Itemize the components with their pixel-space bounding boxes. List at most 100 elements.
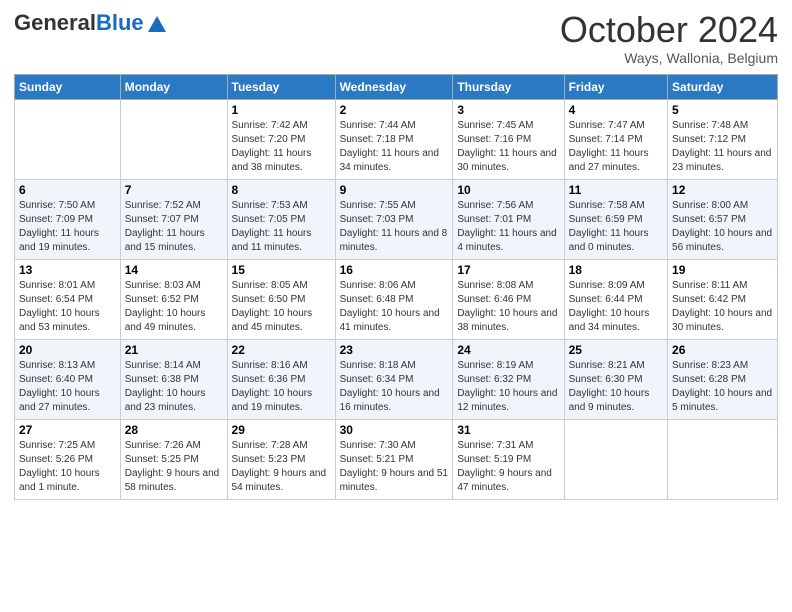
col-friday: Friday xyxy=(564,74,667,99)
table-row: 20 Sunrise: 8:13 AMSunset: 6:40 PMDayligh… xyxy=(15,339,121,419)
day-info: Sunrise: 7:48 AMSunset: 7:12 PMDaylight:… xyxy=(672,119,773,175)
day-number: 1 xyxy=(232,103,331,117)
col-saturday: Saturday xyxy=(668,74,778,99)
page-header: GeneralBlue October 2024 Ways, Wallonia,… xyxy=(14,10,778,66)
table-row: 6 Sunrise: 7:50 AMSunset: 7:09 PMDaylight… xyxy=(15,179,121,259)
table-row: 22 Sunrise: 8:16 AMSunset: 6:36 PMDayligh… xyxy=(227,339,335,419)
calendar-week-row: 20 Sunrise: 8:13 AMSunset: 6:40 PMDayligh… xyxy=(15,339,778,419)
col-sunday: Sunday xyxy=(15,74,121,99)
table-row: 1 Sunrise: 7:42 AMSunset: 7:20 PMDaylight… xyxy=(227,99,335,179)
day-info: Sunrise: 8:08 AMSunset: 6:46 PMDaylight:… xyxy=(457,279,559,335)
day-number: 31 xyxy=(457,423,559,437)
logo-general: General xyxy=(14,10,96,35)
table-row xyxy=(120,99,227,179)
table-row: 30Sunrise: 7:30 AMSunset: 5:21 PMDayligh… xyxy=(335,419,453,499)
day-number: 27 xyxy=(19,423,116,437)
day-info: Sunrise: 8:18 AMSunset: 6:34 PMDaylight:… xyxy=(340,359,449,415)
day-info: Sunrise: 7:26 AMSunset: 5:25 PMDaylight:… xyxy=(125,439,223,495)
day-number: 7 xyxy=(125,183,223,197)
day-number: 16 xyxy=(340,263,449,277)
table-row xyxy=(564,419,667,499)
day-info: Sunrise: 7:55 AMSunset: 7:03 PMDaylight:… xyxy=(340,199,449,255)
table-row: 29Sunrise: 7:28 AMSunset: 5:23 PMDayligh… xyxy=(227,419,335,499)
table-row: 11 Sunrise: 7:58 AMSunset: 6:59 PMDayligh… xyxy=(564,179,667,259)
table-row: 25 Sunrise: 8:21 AMSunset: 6:30 PMDayligh… xyxy=(564,339,667,419)
day-info: Sunrise: 7:53 AMSunset: 7:05 PMDaylight:… xyxy=(232,199,331,255)
table-row: 19Sunrise: 8:11 AMSunset: 6:42 PMDayligh… xyxy=(668,259,778,339)
day-number: 14 xyxy=(125,263,223,277)
table-row: 3Sunrise: 7:45 AMSunset: 7:16 PMDaylight… xyxy=(453,99,564,179)
table-row: 31 Sunrise: 7:31 AMSunset: 5:19 PMDayligh… xyxy=(453,419,564,499)
table-row xyxy=(668,419,778,499)
day-info: Sunrise: 7:52 AMSunset: 7:07 PMDaylight:… xyxy=(125,199,223,255)
day-number: 29 xyxy=(232,423,331,437)
col-wednesday: Wednesday xyxy=(335,74,453,99)
table-row: 5Sunrise: 7:48 AMSunset: 7:12 PMDaylight… xyxy=(668,99,778,179)
table-row: 13 Sunrise: 8:01 AMSunset: 6:54 PMDayligh… xyxy=(15,259,121,339)
table-row: 15 Sunrise: 8:05 AMSunset: 6:50 PMDayligh… xyxy=(227,259,335,339)
day-number: 19 xyxy=(672,263,773,277)
table-row: 26 Sunrise: 8:23 AMSunset: 6:28 PMDayligh… xyxy=(668,339,778,419)
logo: GeneralBlue xyxy=(14,10,168,36)
day-number: 21 xyxy=(125,343,223,357)
col-thursday: Thursday xyxy=(453,74,564,99)
day-info: Sunrise: 8:19 AMSunset: 6:32 PMDaylight:… xyxy=(457,359,559,415)
day-info: Sunrise: 8:01 AMSunset: 6:54 PMDaylight:… xyxy=(19,279,116,335)
table-row: 8 Sunrise: 7:53 AMSunset: 7:05 PMDaylight… xyxy=(227,179,335,259)
header-row: Sunday Monday Tuesday Wednesday Thursday… xyxy=(15,74,778,99)
location: Ways, Wallonia, Belgium xyxy=(560,50,778,66)
day-info: Sunrise: 7:58 AMSunset: 6:59 PMDaylight:… xyxy=(569,199,663,255)
day-number: 11 xyxy=(569,183,663,197)
day-info: Sunrise: 7:25 AMSunset: 5:26 PMDaylight:… xyxy=(19,439,116,495)
day-number: 9 xyxy=(340,183,449,197)
col-tuesday: Tuesday xyxy=(227,74,335,99)
table-row: 7 Sunrise: 7:52 AMSunset: 7:07 PMDaylight… xyxy=(120,179,227,259)
day-info: Sunrise: 7:56 AMSunset: 7:01 PMDaylight:… xyxy=(457,199,559,255)
title-block: October 2024 Ways, Wallonia, Belgium xyxy=(560,10,778,66)
day-info: Sunrise: 8:00 AMSunset: 6:57 PMDaylight:… xyxy=(672,199,773,255)
day-number: 3 xyxy=(457,103,559,117)
day-info: Sunrise: 7:50 AMSunset: 7:09 PMDaylight:… xyxy=(19,199,116,255)
day-number: 8 xyxy=(232,183,331,197)
day-info: Sunrise: 7:44 AMSunset: 7:18 PMDaylight:… xyxy=(340,119,449,175)
day-number: 23 xyxy=(340,343,449,357)
day-info: Sunrise: 7:31 AMSunset: 5:19 PMDaylight:… xyxy=(457,439,559,495)
day-number: 24 xyxy=(457,343,559,357)
table-row: 24 Sunrise: 8:19 AMSunset: 6:32 PMDayligh… xyxy=(453,339,564,419)
day-number: 6 xyxy=(19,183,116,197)
day-number: 2 xyxy=(340,103,449,117)
day-info: Sunrise: 8:21 AMSunset: 6:30 PMDaylight:… xyxy=(569,359,663,415)
table-row: 14Sunrise: 8:03 AMSunset: 6:52 PMDayligh… xyxy=(120,259,227,339)
table-row: 17Sunrise: 8:08 AMSunset: 6:46 PMDayligh… xyxy=(453,259,564,339)
month-title: October 2024 xyxy=(560,10,778,50)
table-row: 4 Sunrise: 7:47 AMSunset: 7:14 PMDaylight… xyxy=(564,99,667,179)
logo-icon xyxy=(146,14,168,36)
day-number: 13 xyxy=(19,263,116,277)
calendar-week-row: 6 Sunrise: 7:50 AMSunset: 7:09 PMDaylight… xyxy=(15,179,778,259)
day-number: 4 xyxy=(569,103,663,117)
table-row: 28 Sunrise: 7:26 AMSunset: 5:25 PMDayligh… xyxy=(120,419,227,499)
day-number: 25 xyxy=(569,343,663,357)
calendar-week-row: 1 Sunrise: 7:42 AMSunset: 7:20 PMDaylight… xyxy=(15,99,778,179)
day-number: 28 xyxy=(125,423,223,437)
day-info: Sunrise: 8:06 AMSunset: 6:48 PMDaylight:… xyxy=(340,279,449,335)
day-number: 12 xyxy=(672,183,773,197)
day-number: 26 xyxy=(672,343,773,357)
day-number: 15 xyxy=(232,263,331,277)
day-info: Sunrise: 8:16 AMSunset: 6:36 PMDaylight:… xyxy=(232,359,331,415)
day-info: Sunrise: 7:42 AMSunset: 7:20 PMDaylight:… xyxy=(232,119,331,175)
logo-blue: Blue xyxy=(96,10,144,35)
logo-text: GeneralBlue xyxy=(14,12,144,34)
day-info: Sunrise: 8:05 AMSunset: 6:50 PMDaylight:… xyxy=(232,279,331,335)
day-number: 22 xyxy=(232,343,331,357)
table-row: 27 Sunrise: 7:25 AMSunset: 5:26 PMDayligh… xyxy=(15,419,121,499)
day-info: Sunrise: 8:23 AMSunset: 6:28 PMDaylight:… xyxy=(672,359,773,415)
day-info: Sunrise: 8:13 AMSunset: 6:40 PMDaylight:… xyxy=(19,359,116,415)
table-row: 10Sunrise: 7:56 AMSunset: 7:01 PMDayligh… xyxy=(453,179,564,259)
day-number: 20 xyxy=(19,343,116,357)
day-info: Sunrise: 7:47 AMSunset: 7:14 PMDaylight:… xyxy=(569,119,663,175)
day-number: 30 xyxy=(340,423,449,437)
table-row: 2 Sunrise: 7:44 AMSunset: 7:18 PMDaylight… xyxy=(335,99,453,179)
table-row: 9 Sunrise: 7:55 AMSunset: 7:03 PMDaylight… xyxy=(335,179,453,259)
table-row: 21Sunrise: 8:14 AMSunset: 6:38 PMDayligh… xyxy=(120,339,227,419)
